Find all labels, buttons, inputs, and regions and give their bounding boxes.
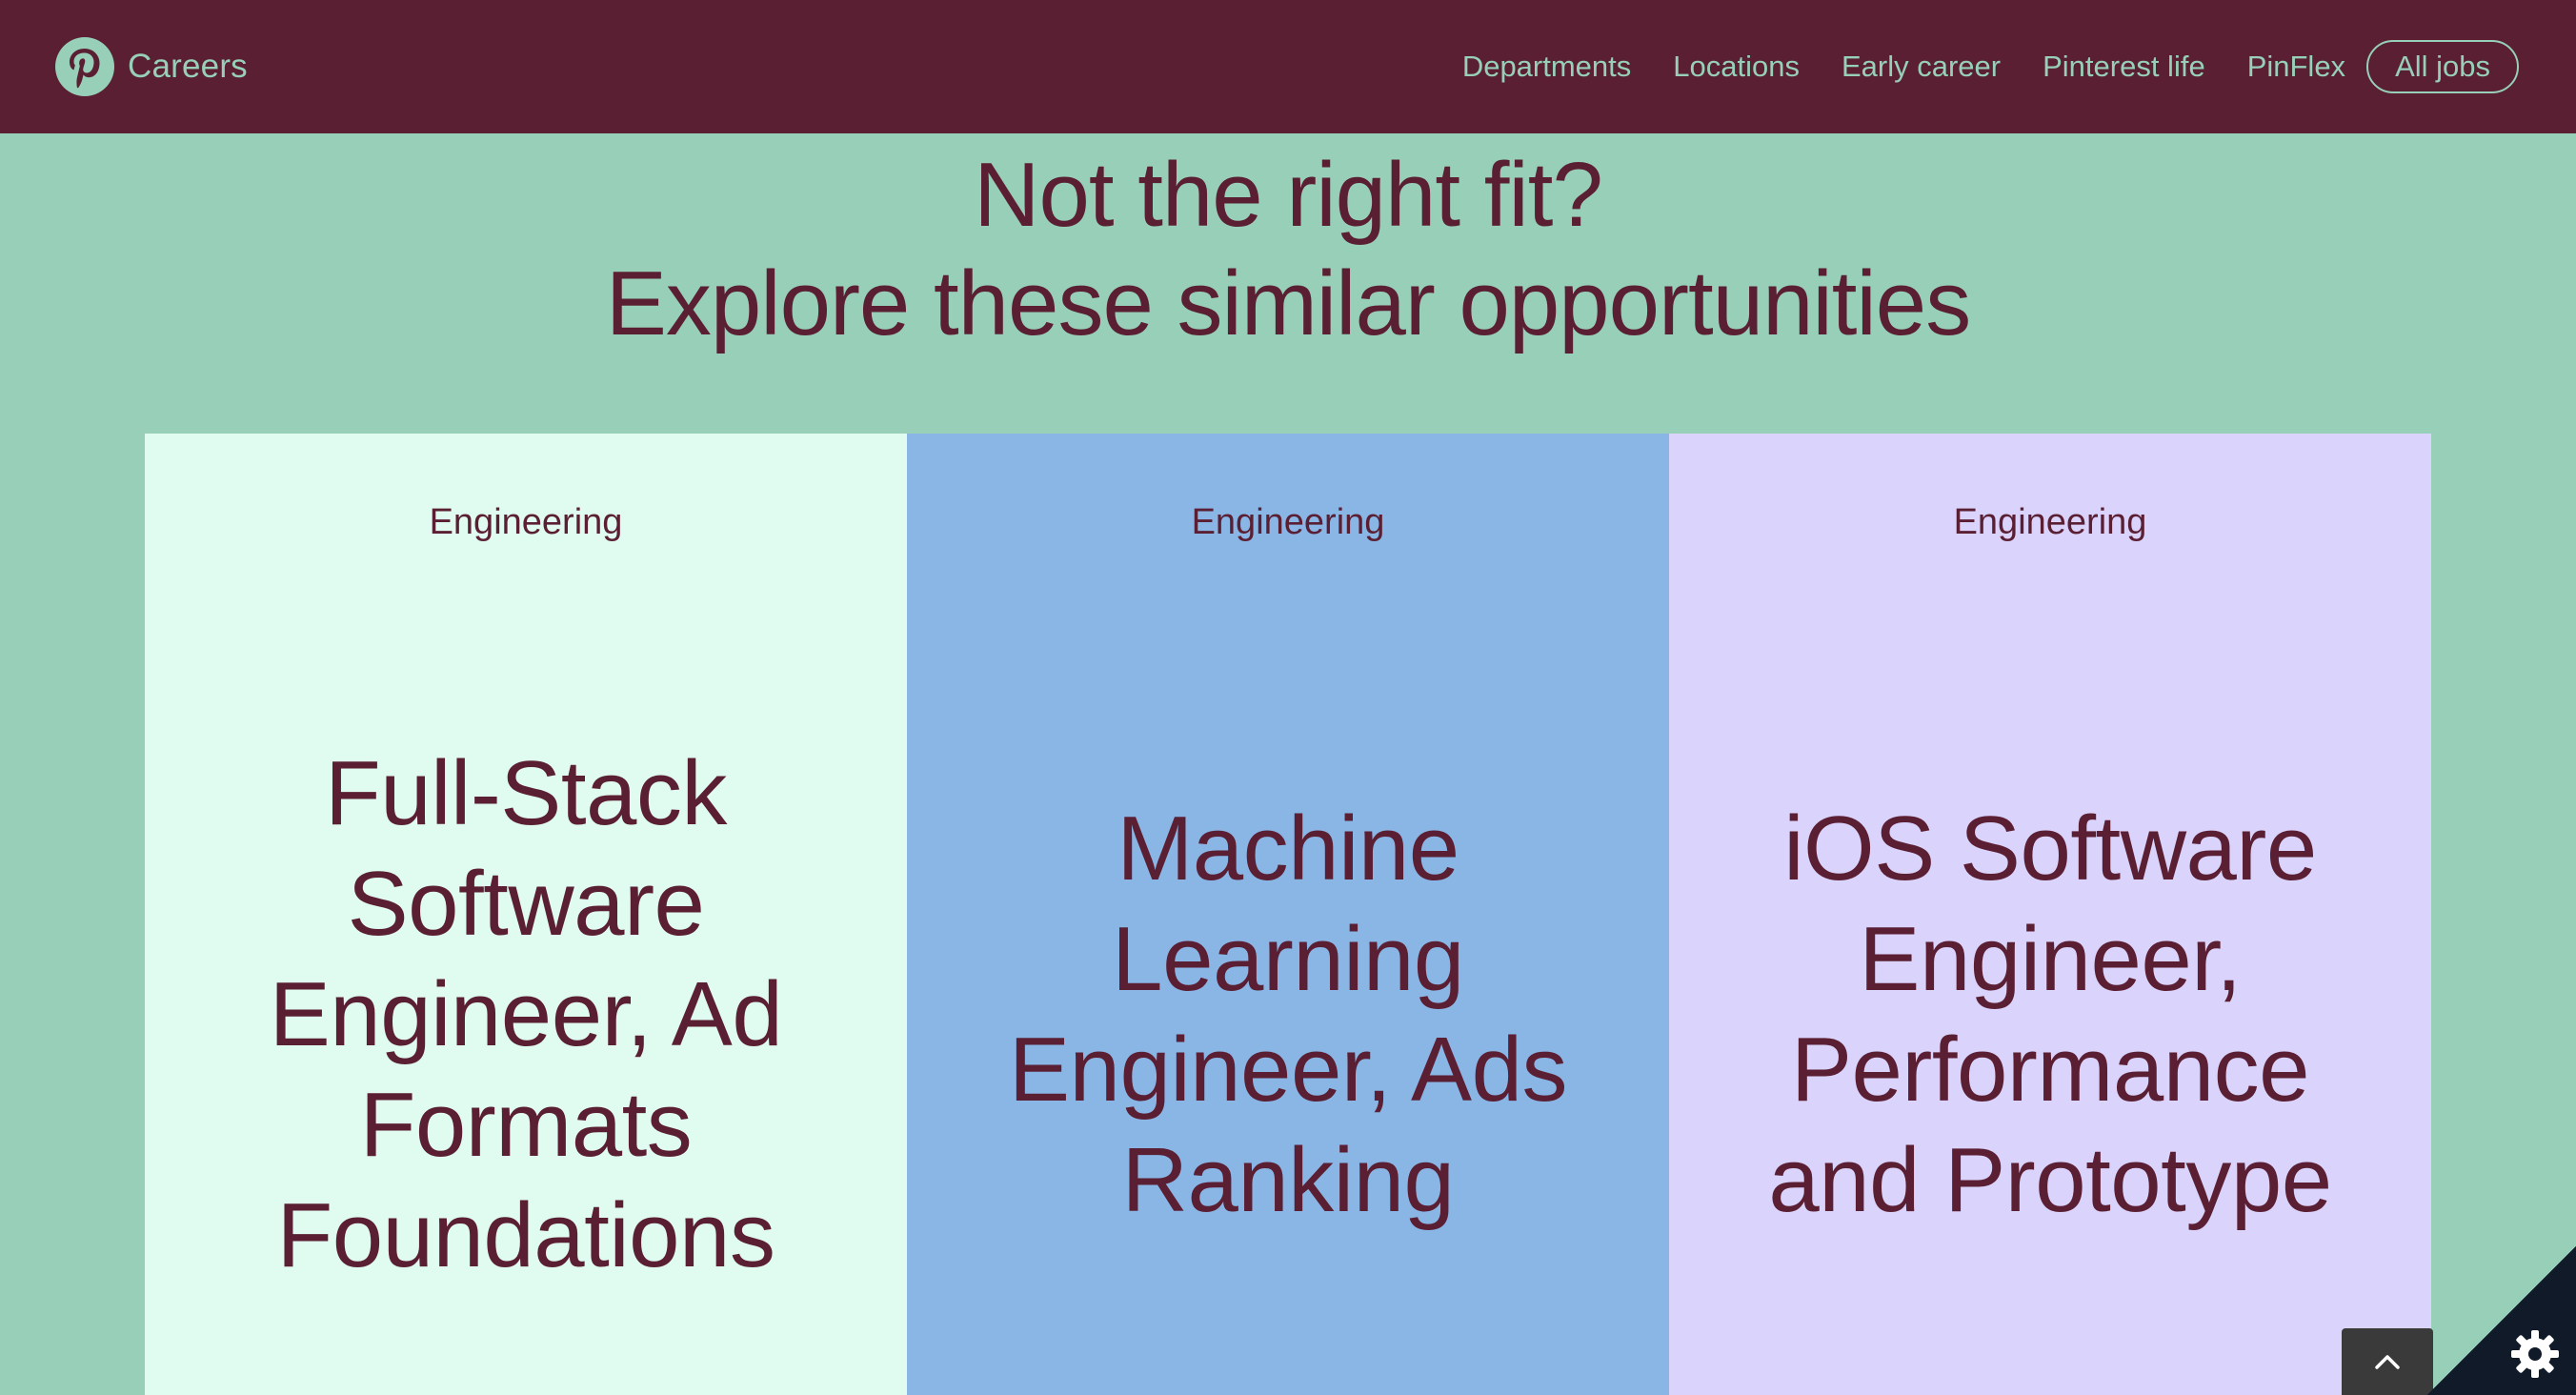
pinterest-logo-icon xyxy=(55,37,114,96)
main-nav: Departments Locations Early career Pinte… xyxy=(1462,39,2519,94)
all-jobs-button[interactable]: All jobs xyxy=(2366,40,2519,93)
nav-link-locations[interactable]: Locations xyxy=(1673,50,1800,84)
top-navigation-bar: Careers Departments Locations Early care… xyxy=(0,0,2576,133)
scroll-to-top-button[interactable] xyxy=(2342,1328,2433,1395)
job-card-ios-engineer[interactable]: Engineering iOS Software Engineer, Perfo… xyxy=(1669,434,2431,1395)
careers-home-link[interactable]: Careers xyxy=(55,36,248,97)
nav-link-departments[interactable]: Departments xyxy=(1462,50,1631,84)
job-card-title: iOS Software Engineer, Performance and P… xyxy=(1768,798,2332,1231)
gear-icon xyxy=(2511,1330,2559,1378)
similar-opportunities-heading: Not the right fit? Explore these similar… xyxy=(0,141,2576,358)
cookie-settings-corner xyxy=(2427,1246,2576,1395)
job-card-full-stack[interactable]: Engineering Full-Stack Software Engineer… xyxy=(145,434,907,1395)
job-card-title: Full-Stack Software Engineer, Ad Formats… xyxy=(269,742,783,1286)
heading-line-2: Explore these similar opportunities xyxy=(605,253,1971,354)
nav-link-pinterest-life[interactable]: Pinterest life xyxy=(2043,50,2205,84)
cookie-settings-button[interactable] xyxy=(2504,1323,2566,1385)
job-card-department: Engineering xyxy=(1953,502,2147,542)
nav-link-early-career[interactable]: Early career xyxy=(1841,50,2001,84)
job-card-department: Engineering xyxy=(429,502,623,542)
heading-line-1: Not the right fit? xyxy=(974,144,1603,246)
nav-link-pinflex[interactable]: PinFlex xyxy=(2247,50,2345,84)
job-card-title: Machine Learning Engineer, Ads Ranking xyxy=(1009,798,1567,1231)
job-card-ml-engineer[interactable]: Engineering Machine Learning Engineer, A… xyxy=(907,434,1669,1395)
careers-label: Careers xyxy=(128,48,248,85)
job-cards: Engineering Full-Stack Software Engineer… xyxy=(145,434,2431,1395)
chevron-up-icon xyxy=(2375,1355,2400,1369)
job-card-department: Engineering xyxy=(1191,502,1385,542)
